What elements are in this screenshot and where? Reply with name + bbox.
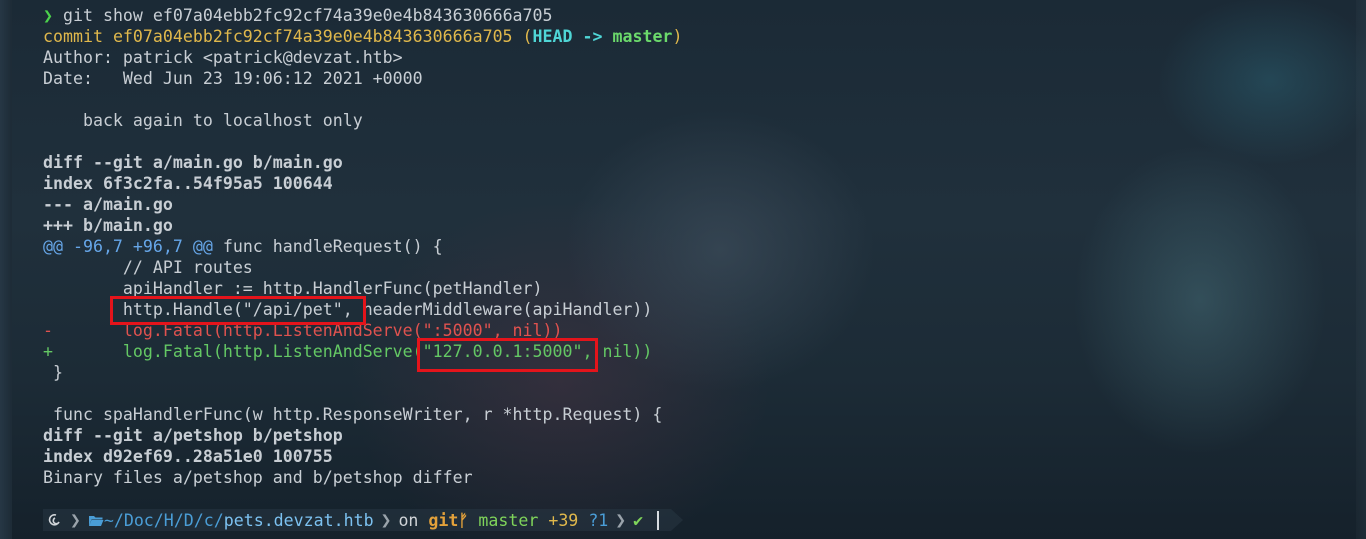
output-line: Date: Wed Jun 23 19:06:12 2021 +0000	[43, 68, 423, 89]
diff-meta-text: diff --git a/petshop b/petshop	[43, 426, 343, 445]
output-text: func spaHandlerFunc(w http.ResponseWrite…	[43, 405, 663, 424]
git-untracked-count: ?1	[588, 510, 609, 530]
output-text: Binary files a/petshop and b/petshop dif…	[43, 468, 473, 487]
prompt-path: ~/Doc/H/D/c/pets.devzat.htb	[84, 509, 378, 531]
diff-hunk-header: @@ -96,7 +96,7 @@ func handleRequest() {	[43, 236, 443, 257]
hunk-range: @@ -96,7 +96,7 @@	[43, 237, 213, 256]
commit-label: commit	[43, 27, 113, 46]
highlight-box-localhost	[417, 338, 598, 372]
path-current-dir: pets.devzat.htb	[223, 510, 374, 530]
command-text: git show ef07a04ebb2fc92cf74a39e0e4b8436…	[53, 6, 553, 25]
text-cursor[interactable]	[657, 510, 660, 530]
status-segment: ✔	[629, 509, 647, 531]
diff-meta-line: --- a/main.go	[43, 194, 173, 215]
output-text: Date: Wed Jun 23 19:06:12 2021 +0000	[43, 69, 423, 88]
commit-paren-open: (	[512, 27, 533, 46]
os-icon	[43, 509, 67, 531]
output-line: Author: patrick <patrick@devzat.htb>	[43, 47, 403, 68]
hunk-context: func handleRequest() {	[212, 237, 443, 256]
diff-meta-line: +++ b/main.go	[43, 215, 173, 236]
diff-meta-text: diff --git a/main.go b/main.go	[43, 153, 343, 172]
output-text: // API routes	[43, 258, 253, 277]
terminal-left-border	[0, 0, 12, 539]
folder-open-icon	[88, 515, 104, 526]
prompt-separator-icon: ❯	[380, 509, 392, 531]
terminal-scrollbar[interactable]	[1356, 0, 1366, 539]
prompt-arrow-icon: ❯	[43, 6, 53, 25]
output-line: Binary files a/petshop and b/petshop dif…	[43, 467, 473, 488]
output-text: }	[43, 363, 63, 382]
highlight-box-api-pet	[110, 296, 366, 325]
diff-meta-line: index 6f3c2fa..54f95a5 100644	[43, 173, 333, 194]
commit-line: commit ef07a04ebb2fc92cf74a39e0e4b843630…	[43, 26, 682, 47]
git-branch: master	[478, 510, 539, 530]
path-prefix: ~/Doc/H/D/c/	[103, 510, 224, 530]
diff-meta-text: index d92ef69..28a51e0 100755	[43, 447, 333, 466]
diff-meta-text: index 6f3c2fa..54f95a5 100644	[43, 174, 333, 193]
diff-meta-line: index d92ef69..28a51e0 100755	[43, 446, 333, 467]
diff-meta-line: diff --git a/main.go b/main.go	[43, 152, 343, 173]
output-text: Author: patrick <patrick@devzat.htb>	[43, 48, 403, 67]
diff-meta-text: +++ b/main.go	[43, 216, 173, 235]
diff-meta-text: --- a/main.go	[43, 195, 173, 214]
commit-hash: ef07a04ebb2fc92cf74a39e0e4b843630666a705	[112, 27, 513, 46]
git-icon: git	[428, 510, 459, 530]
git-staged-count: +39	[548, 510, 579, 530]
commit-paren-close: )	[672, 27, 683, 46]
diff-meta-line: diff --git a/petshop b/petshop	[43, 425, 343, 446]
prompt-separator-icon: ❯	[615, 509, 627, 531]
prompt-git-status: on git ᚠ master +39 ?1	[394, 509, 612, 531]
output-line: // API routes	[43, 257, 253, 278]
output-text: back again to localhost only	[43, 111, 363, 130]
output-line: func spaHandlerFunc(w http.ResponseWrite…	[43, 404, 662, 425]
output-line: }	[43, 362, 63, 383]
git-on-label: on	[398, 510, 419, 530]
output-line: back again to localhost only	[43, 110, 363, 131]
debian-swirl-icon	[48, 513, 60, 526]
prompt-separator-icon: ❯	[70, 509, 81, 531]
branch-icon: ᚠ	[458, 510, 469, 530]
shell-prompt[interactable]: ❯ ~/Doc/H/D/c/pets.devzat.htb ❯ on git ᚠ …	[43, 509, 660, 531]
command-line: ❯ git show ef07a04ebb2fc92cf74a39e0e4b84…	[43, 5, 553, 26]
status-ok-icon: ✔	[633, 510, 644, 530]
branch-ref: master	[612, 27, 673, 46]
head-ref: HEAD ->	[532, 27, 613, 46]
